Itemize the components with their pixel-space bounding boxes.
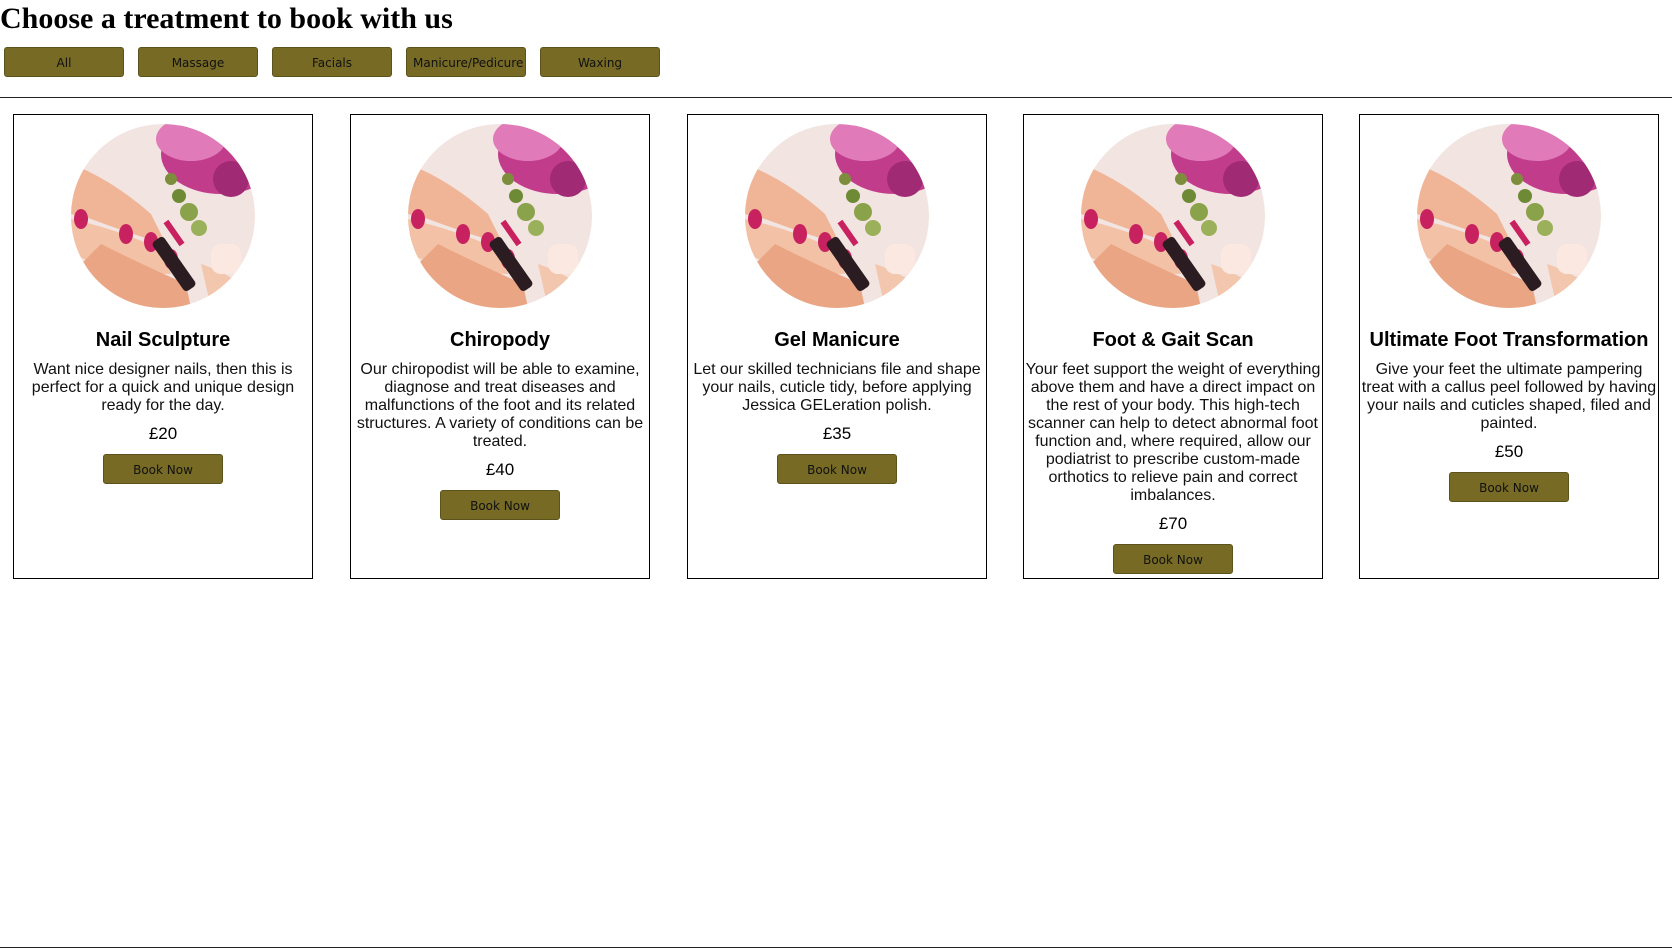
treatment-title: Chiropody (450, 329, 550, 351)
book-now-button[interactable]: Book Now (777, 454, 897, 484)
treatment-price: £40 (485, 460, 515, 479)
page-title: Choose a treatment to book with us (0, 2, 453, 35)
manicure-photo-icon (71, 124, 255, 308)
treatment-card: Ultimate Foot Transformation Give your f… (1359, 114, 1659, 579)
treatment-description: Let our skilled technicians file and sha… (693, 361, 981, 414)
book-now-button[interactable]: Book Now (440, 490, 560, 520)
manicure-photo-icon (1417, 124, 1601, 308)
treatment-description: Want nice designer nails, then this is p… (31, 361, 295, 414)
treatment-price: £35 (822, 424, 852, 443)
treatment-title: Ultimate Foot Transformation (1369, 329, 1649, 351)
treatment-card: Nail Sculpture Want nice designer nails,… (13, 114, 313, 579)
book-now-button[interactable]: Book Now (1449, 472, 1569, 502)
filter-facials-button[interactable]: Facials (272, 47, 392, 77)
manicure-photo-icon (745, 124, 929, 308)
treatment-card: Chiropody Our chiropodist will be able t… (350, 114, 650, 579)
manicure-photo-icon (1081, 124, 1265, 308)
book-now-button[interactable]: Book Now (103, 454, 223, 484)
filter-waxing-button[interactable]: Waxing (540, 47, 660, 77)
header-divider (0, 97, 1672, 98)
treatment-description: Give your feet the ultimate pampering tr… (1361, 361, 1657, 432)
treatment-price: £50 (1494, 442, 1524, 461)
treatment-title: Nail Sculpture (95, 329, 231, 351)
filter-massage-button[interactable]: Massage (138, 47, 258, 77)
treatment-description: Your feet support the weight of everythi… (1025, 361, 1321, 504)
treatment-card: Gel Manicure Let our skilled technicians… (687, 114, 987, 579)
treatment-price: £20 (148, 424, 178, 443)
filter-manicure-pedicure-button[interactable]: Manicure/Pedicure (406, 47, 526, 77)
treatment-title: Gel Manicure (774, 329, 900, 351)
manicure-photo-icon (408, 124, 592, 308)
footer-divider (0, 947, 1672, 948)
treatment-card: Foot & Gait Scan Your feet support the w… (1023, 114, 1323, 579)
book-now-button[interactable]: Book Now (1113, 544, 1233, 574)
treatment-title: Foot & Gait Scan (1092, 329, 1254, 351)
filter-all-button[interactable]: All (4, 47, 124, 77)
treatment-description: Our chiropodist will be able to examine,… (356, 361, 644, 450)
treatment-price: £70 (1158, 514, 1188, 533)
